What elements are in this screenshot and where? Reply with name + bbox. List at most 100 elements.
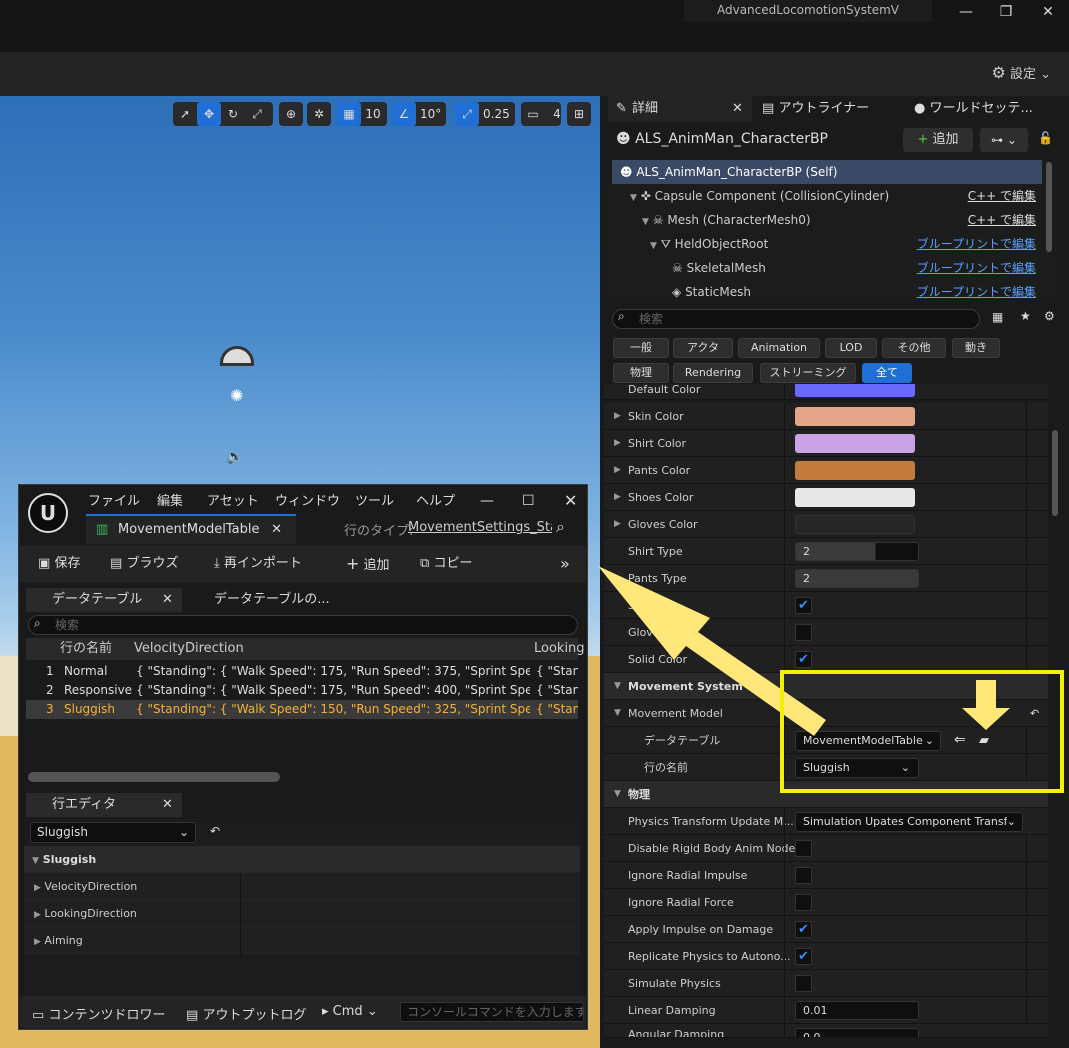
filter-misc[interactable]: その他 xyxy=(882,338,946,358)
add-row-button[interactable]: + 追加 xyxy=(346,554,390,574)
filter-movement[interactable]: 動き xyxy=(952,338,1000,358)
tab-row-editor[interactable]: 行エディタ ✕ xyxy=(26,793,182,817)
table-row[interactable]: 2 Responsive{ "Standing": { "Walk Speed":… xyxy=(26,681,578,700)
prop-gloves-color[interactable]: ▶ Gloves Color xyxy=(604,511,1048,538)
shirt-type-slider[interactable]: 2 xyxy=(795,542,919,561)
cmd-dropdown[interactable]: ▸ Cmd ⌄ xyxy=(322,1004,378,1019)
tree-row-self[interactable]: ☻ ALS_AnimMan_CharacterBP (Self) xyxy=(612,160,1042,184)
menu-file[interactable]: ファイル xyxy=(88,490,140,509)
sun-icon[interactable]: ✺ xyxy=(230,386,243,405)
tab-outliner[interactable]: ▤ アウトライナー xyxy=(762,96,869,122)
close-tab-icon[interactable]: ✕ xyxy=(732,96,743,122)
color-swatch[interactable] xyxy=(795,461,915,480)
scale-tool-icon[interactable]: ⤢ xyxy=(245,102,269,126)
prop-ignore-radial-impulse[interactable]: Ignore Radial Impulse xyxy=(604,862,1048,889)
browse-button[interactable]: ▤ ブラウズ xyxy=(110,554,178,574)
layout-button[interactable]: ⊞ xyxy=(567,102,591,126)
menu-asset[interactable]: アセット xyxy=(207,490,259,509)
checkbox[interactable] xyxy=(795,894,812,911)
datatable-search-input[interactable]: 検索 xyxy=(28,615,578,635)
menu-tools[interactable]: ツール xyxy=(355,490,394,509)
menu-help[interactable]: ヘルプ xyxy=(416,490,455,509)
col-row-name[interactable]: 行の名前 xyxy=(60,638,112,660)
settings-button[interactable]: ⚙ 設定 ⌄ xyxy=(991,60,1051,86)
checkbox[interactable] xyxy=(795,840,812,857)
checkbox[interactable]: ✔ xyxy=(795,948,812,965)
prop-aiming[interactable]: ▶ Aiming xyxy=(24,927,580,954)
camera-speed-button[interactable]: ▭ 4 xyxy=(521,102,561,126)
edit-cpp-link[interactable]: C++ で編集 xyxy=(968,208,1036,232)
tab-datatable-diff[interactable]: データテーブルの... xyxy=(214,588,330,612)
content-drawer-button[interactable]: ▭ コンテンツドロワー xyxy=(32,1004,165,1023)
prop-linear-damping[interactable]: Linear Damping 0.01 xyxy=(604,997,1048,1024)
reimport-button[interactable]: ⤓ 再インポート xyxy=(214,554,302,574)
tree-row-held-object[interactable]: ▼ ⛛ HeldObjectRoot ブループリントで編集 xyxy=(612,232,1042,256)
close-button[interactable]: ✕ xyxy=(1028,0,1068,24)
save-button[interactable]: ▣ 保存 xyxy=(38,554,80,574)
color-swatch[interactable] xyxy=(795,488,915,507)
tab-details[interactable]: ✎ 詳細 ✕ xyxy=(608,96,752,122)
light-actor-icon[interactable] xyxy=(220,346,254,366)
tree-row-static-mesh[interactable]: ◈ StaticMesh ブループリントで編集 xyxy=(612,280,1042,298)
color-swatch[interactable] xyxy=(795,434,915,453)
details-search-input[interactable]: 検索 xyxy=(612,309,980,329)
reset-icon[interactable]: ↶ xyxy=(210,824,220,838)
star-icon[interactable]: ★ xyxy=(1020,309,1031,323)
checkbox[interactable]: ✔ xyxy=(795,921,812,938)
checkbox[interactable] xyxy=(795,975,812,992)
tree-row-capsule[interactable]: ▼ ✜ Capsule Component (CollisionCylinder… xyxy=(612,184,1042,208)
tree-scrollbar[interactable] xyxy=(1046,162,1052,252)
prop-shoes-color[interactable]: ▶ Shoes Color xyxy=(604,484,1048,511)
tab-datatable[interactable]: データテーブル ✕ xyxy=(26,588,182,612)
add-component-button[interactable]: + 追加 xyxy=(903,128,973,152)
lock-icon[interactable]: 🔓 xyxy=(1038,131,1053,145)
maximize-button[interactable]: ❐ xyxy=(986,0,1026,24)
edit-blueprint-link[interactable]: ブループリントで編集 xyxy=(917,232,1036,256)
linear-damping-input[interactable]: 0.01 xyxy=(795,1001,919,1020)
col-velocity[interactable]: VelocityDirection xyxy=(134,638,244,660)
dlg-maximize-button[interactable]: ☐ xyxy=(522,493,535,509)
horizontal-scrollbar[interactable] xyxy=(28,772,280,782)
tree-row-skeletal-mesh[interactable]: ☠ SkeletalMesh ブループリントで編集 xyxy=(612,256,1042,280)
col-looking[interactable]: Looking xyxy=(534,638,585,660)
filter-animation[interactable]: Animation xyxy=(738,338,820,358)
color-swatch[interactable] xyxy=(795,515,915,534)
prop-replicate-physics[interactable]: Replicate Physics to Autono... ✔ xyxy=(604,943,1048,970)
surface-snap-button[interactable]: ✲ xyxy=(307,102,331,126)
copy-button[interactable]: ⧉ コピー xyxy=(420,554,472,574)
color-swatch[interactable] xyxy=(795,407,915,426)
gear-icon[interactable]: ⚙ xyxy=(1044,309,1055,323)
world-local-button[interactable]: ⊕ xyxy=(279,102,303,126)
prop-pants-color[interactable]: ▶ Pants Color xyxy=(604,457,1048,484)
close-tab-icon[interactable]: ✕ xyxy=(271,516,282,544)
filter-rendering[interactable]: Rendering xyxy=(673,363,753,383)
prop-skin-color[interactable]: ▶ Skin Color xyxy=(604,403,1048,430)
grid-snap-button[interactable]: ▦ 10 xyxy=(337,102,387,126)
tab-movement-model-table[interactable]: ▥ MovementModelTable ✕ xyxy=(86,514,296,544)
rotate-tool-icon[interactable]: ↻ xyxy=(221,102,245,126)
color-swatch[interactable] xyxy=(795,384,915,397)
row-editor-section[interactable]: ▼ Sluggish xyxy=(24,846,580,873)
prop-simulate-physics[interactable]: Simulate Physics xyxy=(604,970,1048,997)
prop-disable-rigid-body[interactable]: Disable Rigid Body Anim Node xyxy=(604,835,1048,862)
console-input[interactable]: コンソールコマンドを入力します xyxy=(400,1002,584,1022)
close-tab-icon[interactable]: ✕ xyxy=(162,793,173,817)
edit-blueprint-link[interactable]: ブループリントで編集 xyxy=(917,280,1036,298)
prop-looking-direction[interactable]: ▶ LookingDirection xyxy=(24,900,580,927)
move-tool-icon[interactable]: ✥ xyxy=(197,102,221,126)
dlg-close-button[interactable]: ✕ xyxy=(564,491,577,510)
table-row[interactable]: 1 Normal { "Standing": { "Walk Speed": 175… xyxy=(26,662,578,681)
output-log-button[interactable]: ▤ アウトプットログ xyxy=(186,1004,306,1023)
prop-velocity-direction[interactable]: ▶ VelocityDirection xyxy=(24,873,580,900)
menu-edit[interactable]: 編集 xyxy=(157,490,183,509)
minimize-button[interactable]: — xyxy=(946,0,986,24)
edit-blueprint-link[interactable]: ブループリントで編集 xyxy=(917,256,1036,280)
filter-physics[interactable]: 物理 xyxy=(613,363,669,383)
filter-all[interactable]: 全て xyxy=(862,363,912,383)
filter-lod[interactable]: LOD xyxy=(825,338,877,358)
prop-physics-transform[interactable]: Physics Transform Update M... Simulation … xyxy=(604,808,1048,835)
more-tools-icon[interactable]: » xyxy=(560,554,570,574)
filter-actor[interactable]: アクタ xyxy=(673,338,733,358)
filter-general[interactable]: 一般 xyxy=(613,338,669,358)
blueprint-options-button[interactable]: ⊶ ⌄ xyxy=(980,128,1028,152)
